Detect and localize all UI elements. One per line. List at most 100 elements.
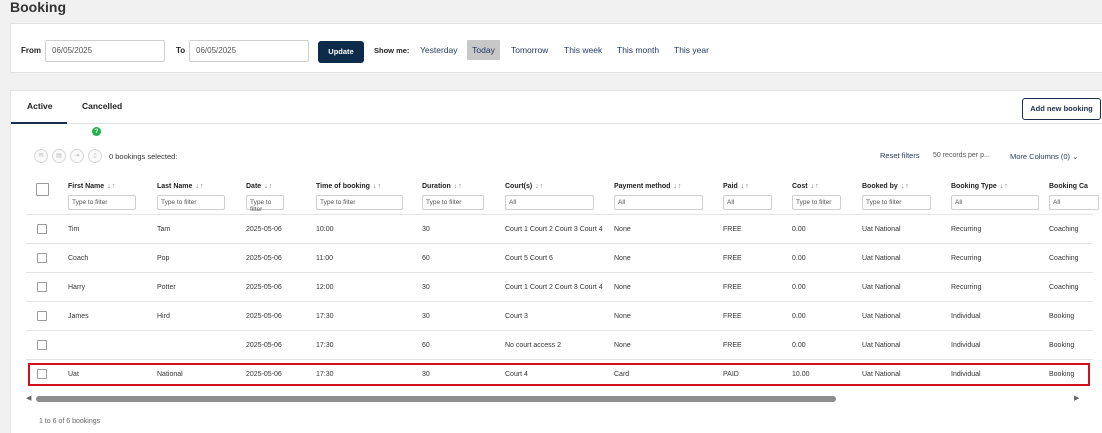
cell-payment-method: None (614, 255, 631, 262)
range-this-year[interactable]: This year (674, 45, 709, 55)
sort-arrows-icon[interactable]: ↓↑ (673, 183, 682, 190)
scroll-left-icon[interactable]: ◀ (26, 394, 31, 402)
filter-input-last-name[interactable]: Type to filter (157, 195, 225, 210)
cell-duration: 30 (422, 226, 430, 233)
delete-icon[interactable]: ▯ (88, 149, 102, 163)
cell-booking-type: Recurring (951, 226, 982, 233)
column-header-cost[interactable]: Cost ↓↑ (792, 183, 820, 190)
sort-arrows-icon[interactable]: ↓↑ (1000, 183, 1009, 190)
row-divider (26, 243, 1093, 244)
cell-booked-by: Uat National (862, 255, 901, 262)
cell-duration: 30 (422, 313, 430, 320)
tab-active[interactable]: Active (27, 101, 53, 111)
to-date-input[interactable]: 06/05/2025 (189, 40, 309, 62)
row-checkbox[interactable] (37, 311, 47, 321)
filter-input-duration[interactable]: Type to filter (422, 195, 484, 210)
column-header-time-of-booking[interactable]: Time of booking ↓↑ (316, 183, 382, 190)
pagination-summary: 1 to 6 of 6 bookings (39, 418, 101, 425)
range-today[interactable]: Today (467, 40, 500, 60)
scrollbar-thumb[interactable] (36, 396, 836, 402)
range-tomorrow[interactable]: Tomorrow (511, 45, 548, 55)
row-divider (26, 272, 1093, 273)
cell-booking-type: Recurring (951, 284, 982, 291)
cell-booked-by: Uat National (862, 226, 901, 233)
range-this-month[interactable]: This month (617, 45, 659, 55)
column-header-duration[interactable]: Duration ↓↑ (422, 183, 463, 190)
column-header-booked-by[interactable]: Booked by ↓↑ (862, 183, 910, 190)
cell-paid: FREE (723, 226, 742, 233)
filter-input-first-name[interactable]: Type to filter (68, 195, 136, 210)
sort-arrows-icon[interactable]: ↓↑ (107, 183, 116, 190)
tab-cancelled[interactable]: Cancelled (82, 101, 122, 111)
sort-arrows-icon[interactable]: ↓↑ (264, 183, 273, 190)
page-title: Booking (10, 0, 66, 15)
help-icon[interactable]: ? (92, 127, 101, 136)
column-header-last-name[interactable]: Last Name ↓↑ (157, 183, 204, 190)
cell-courts: Court 5 Court 6 (505, 255, 553, 262)
sort-arrows-icon[interactable]: ↓↑ (195, 183, 204, 190)
records-per-page-select[interactable]: 50 records per p... (933, 152, 990, 159)
cell-date: 2025-05-06 (246, 342, 282, 349)
row-checkbox[interactable] (37, 282, 47, 292)
cell-time-of-booking: 12:00 (316, 284, 334, 291)
cell-last-name: Hird (157, 313, 170, 320)
row-checkbox[interactable] (37, 340, 47, 350)
row-checkbox[interactable] (37, 224, 47, 234)
cell-courts: No court access 2 (505, 342, 562, 349)
filter-input-time-of-booking[interactable]: Type to filter (316, 195, 403, 210)
cell-date: 2025-05-06 (246, 226, 282, 233)
column-header-payment-method[interactable]: Payment method ↓↑ (614, 183, 682, 190)
sort-arrows-icon[interactable]: ↓↑ (741, 183, 750, 190)
cell-paid: FREE (723, 313, 742, 320)
more-columns-dropdown[interactable]: More Columns (0) ⌄ (1010, 152, 1078, 161)
email-icon[interactable]: ✉ (34, 149, 48, 163)
sort-arrows-icon[interactable]: ↓↑ (811, 183, 820, 190)
chevron-down-icon: ⌄ (1072, 152, 1079, 161)
range-yesterday[interactable]: Yesterday (420, 45, 458, 55)
column-header-first-name[interactable]: First Name ↓↑ (68, 183, 116, 190)
cell-duration: 30 (422, 284, 430, 291)
bookings-panel: Active Cancelled Add new booking ? ✉ ▤ ⇥… (10, 90, 1102, 433)
sort-arrows-icon[interactable]: ↓↑ (454, 183, 463, 190)
row-checkbox[interactable] (37, 253, 47, 263)
selection-count: 0 bookings selected: (109, 152, 178, 161)
filter-input-booked-by[interactable]: Type to filter (862, 195, 931, 210)
range-this-week[interactable]: This week (564, 45, 602, 55)
sort-arrows-icon[interactable]: ↓↑ (901, 183, 910, 190)
cell-time-of-booking: 10:00 (316, 226, 334, 233)
column-header-booking-type[interactable]: Booking Type ↓↑ (951, 183, 1009, 190)
row-divider (26, 301, 1093, 302)
reset-filters-link[interactable]: Reset filters (880, 151, 920, 160)
filter-input-booking-type[interactable]: All (951, 195, 1039, 210)
tabs-divider (11, 123, 1102, 124)
highlighted-row-outline (28, 363, 1090, 386)
sort-arrows-icon[interactable]: ↓↑ (373, 183, 382, 190)
export-icon[interactable]: ⇥ (70, 149, 84, 163)
add-new-booking-button[interactable]: Add new booking (1022, 98, 1101, 120)
column-header-courts[interactable]: Court(s) ↓↑ (505, 183, 544, 190)
update-button[interactable]: Update (318, 41, 364, 63)
filter-input-cost[interactable]: Type to filter (792, 195, 841, 210)
column-header-date[interactable]: Date ↓↑ (246, 183, 273, 190)
cell-cost: 0.00 (792, 284, 806, 291)
from-date-input[interactable]: 06/05/2025 (45, 40, 165, 62)
filter-input-courts[interactable]: All (505, 195, 594, 210)
cell-first-name: Coach (68, 255, 89, 262)
cell-courts: Court 1 Court 2 Court 3 Court 4 (505, 284, 603, 291)
sort-arrows-icon[interactable]: ↓↑ (535, 183, 544, 190)
cell-booking-category: Coaching (1049, 226, 1079, 233)
cell-booked-by: Uat National (862, 313, 901, 320)
filter-input-paid[interactable]: All (723, 195, 772, 210)
select-all-checkbox[interactable] (36, 183, 49, 196)
filter-input-payment-method[interactable]: All (614, 195, 703, 210)
print-icon[interactable]: ▤ (52, 149, 66, 163)
column-header-paid[interactable]: Paid ↓↑ (723, 183, 750, 190)
cell-payment-method: None (614, 313, 631, 320)
horizontal-scrollbar[interactable]: ◀ ▶ (26, 394, 1083, 402)
cell-booking-category: Booking (1049, 313, 1075, 320)
filter-input-date[interactable]: Type to filter (246, 195, 284, 213)
scroll-right-icon[interactable]: ▶ (1074, 394, 1079, 402)
column-header-booking-category[interactable]: Booking Ca (1049, 183, 1088, 190)
filter-input-booking-category[interactable]: All (1049, 195, 1099, 210)
more-columns-label: More Columns (0) (1010, 152, 1071, 161)
